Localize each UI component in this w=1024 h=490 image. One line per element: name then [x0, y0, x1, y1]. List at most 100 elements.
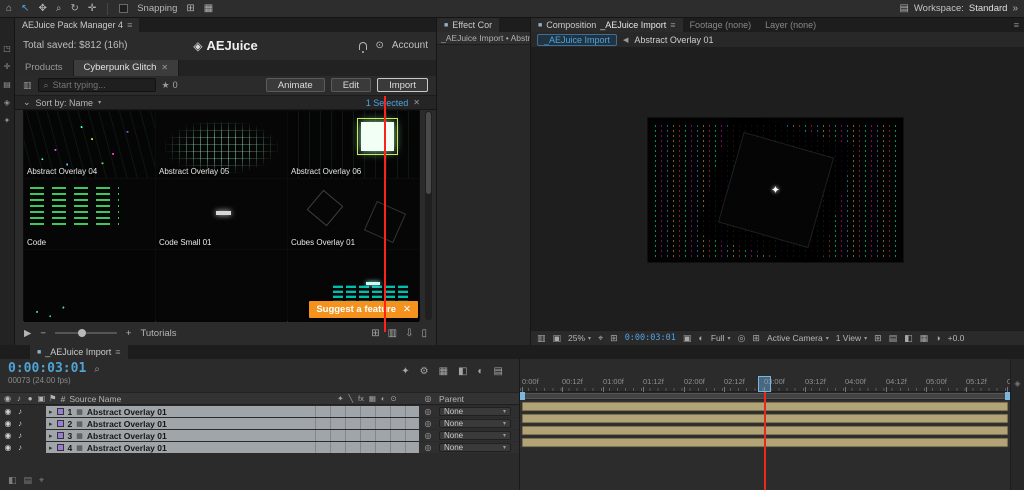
pan-behind-tool-icon[interactable]: ✛ — [88, 3, 96, 14]
panel-group-menu-icon[interactable]: ≡ — [1009, 18, 1024, 32]
exposure-reset-icon[interactable]: ◑ — [935, 333, 940, 343]
flowchart-icon[interactable]: ▦ — [920, 333, 929, 344]
workspace-value[interactable]: Standard — [969, 3, 1008, 14]
panel-menu-icon[interactable]: ≡ — [115, 347, 120, 357]
panel-menu-icon[interactable]: ≡ — [670, 20, 675, 30]
work-area-bar[interactable] — [520, 392, 1024, 400]
dock-panel-icon[interactable]: ✦ — [4, 116, 11, 125]
work-area-in-handle[interactable] — [520, 392, 525, 400]
exposure-value[interactable]: +0.0 — [948, 333, 965, 343]
pack-item-abstract-overlay-06[interactable]: Abstract Overlay 06 — [288, 111, 419, 178]
favorites-filter[interactable]: ★ 0 — [162, 80, 178, 91]
label-color-chip[interactable] — [57, 408, 64, 415]
pack-item-abstract-overlay-05[interactable]: Abstract Overlay 05 — [156, 111, 287, 178]
pack-item-cubes-overlay-01[interactable]: Cubes Overlay 01 — [288, 179, 419, 249]
tab-effect-controls[interactable]: ■ Effect Cor — [437, 18, 499, 32]
pack-item-row3-1[interactable] — [24, 250, 155, 322]
active-camera-dropdown[interactable]: Active Camera ▾ — [767, 333, 829, 343]
label-color-chip[interactable] — [57, 444, 64, 451]
hand-tool-icon[interactable]: ✥ — [38, 3, 46, 14]
parent-dropdown[interactable]: None ▾ — [439, 431, 511, 440]
pack-item-code-small-01[interactable]: Code Small 01 — [156, 179, 287, 249]
resolution-dropdown[interactable]: Full ▾ — [711, 333, 731, 343]
audio-speaker-icon[interactable]: ♪ — [15, 431, 25, 440]
layer-switches[interactable] — [315, 406, 419, 417]
composition-marker-icon[interactable]: ◈ — [1014, 379, 1020, 388]
breadcrumb-comp-button[interactable]: _AEJuice Import — [537, 34, 617, 46]
orbit-camera-tool-icon[interactable]: ↻ — [70, 3, 78, 14]
twirl-icon[interactable]: ▸ — [49, 408, 53, 416]
layer-switches[interactable] — [315, 442, 419, 453]
snapping-options-icon[interactable]: ⊞ — [186, 3, 194, 14]
grid-scrollbar-thumb[interactable] — [426, 112, 431, 194]
audio-speaker-icon[interactable]: ♪ — [15, 407, 25, 416]
grid-guides-icon[interactable]: ⌖ — [598, 333, 603, 344]
zoom-out-icon[interactable]: − — [40, 328, 46, 339]
pixel-aspect-icon[interactable]: ⊞ — [874, 333, 882, 344]
pickwhip-icon[interactable]: ◎ — [419, 418, 437, 429]
play-preview-icon[interactable]: ▶ — [24, 328, 31, 339]
trash-icon[interactable]: ▯ — [421, 328, 427, 339]
notifications-bell-icon[interactable] — [359, 42, 367, 50]
dock-panel-icon[interactable]: ✛ — [4, 62, 11, 71]
grid-options-icon[interactable]: ▦ — [204, 3, 213, 14]
grid-scrollbar[interactable] — [425, 111, 432, 320]
twirl-icon[interactable]: ▸ — [49, 432, 53, 440]
region-of-interest-icon[interactable]: ◎ — [738, 333, 746, 344]
twirl-icon[interactable]: ▸ — [49, 444, 53, 452]
snapshot-icon[interactable]: ▣ — [553, 333, 562, 344]
source-name-header[interactable]: ⚑ # Source Name — [46, 393, 315, 404]
home-icon[interactable]: ⌂ — [6, 3, 12, 14]
panel-menu-icon[interactable]: ≡ — [127, 20, 132, 30]
view-layout-dropdown[interactable]: 1 View ▾ — [836, 333, 867, 343]
thumbnail-size-slider[interactable] — [55, 332, 117, 334]
pickwhip-icon[interactable]: ◎ — [419, 406, 437, 417]
suggest-feature-button[interactable]: Suggest a feature ✕ — [309, 301, 418, 318]
animate-button[interactable]: Animate — [266, 78, 325, 92]
snapping-checkbox[interactable] — [119, 4, 128, 13]
layer-switches[interactable] — [315, 418, 419, 429]
view-toggle-icon[interactable]: ▥ — [23, 80, 32, 91]
expand-transfer-controls-icon[interactable]: ▤ — [24, 475, 33, 486]
layer-row-2[interactable]: ◉ ♪ ▸ 2 ▦ Abstract Overlay 01 ◎ Non — [0, 418, 519, 429]
dock-panel-icon[interactable]: ▤ — [3, 80, 11, 89]
current-timecode[interactable]: 0:00:03:01 — [8, 362, 86, 375]
close-tab-icon[interactable]: ✕ — [161, 63, 168, 72]
current-time-indicator-line[interactable] — [764, 392, 766, 490]
tab-composition[interactable]: ■ Composition _AEJuice Import ≡ — [531, 18, 683, 32]
layer-name-cell[interactable]: ▸ 4 ▦ Abstract Overlay 01 — [46, 442, 315, 453]
hide-shy-layers-icon[interactable]: ▦ — [439, 366, 448, 377]
search-box[interactable]: ⌕ — [38, 78, 156, 92]
timeline-button-icon[interactable]: ◧ — [904, 333, 913, 344]
snapshot-camera-icon[interactable]: ▣ — [683, 333, 692, 344]
always-preview-icon[interactable]: ▥ — [537, 333, 546, 344]
toolbar-overflow-icon[interactable]: » — [1012, 3, 1018, 14]
pickwhip-icon[interactable]: ◎ — [419, 442, 437, 453]
audio-speaker-icon[interactable]: ♪ — [15, 419, 25, 428]
channels-icon[interactable]: ◐ — [698, 333, 703, 343]
current-time-button[interactable]: 0:00:03:01 — [625, 333, 676, 343]
grid-view-icon[interactable]: ⊞ — [371, 328, 379, 339]
layer-name-cell[interactable]: ▸ 1 ▦ Abstract Overlay 01 — [46, 406, 315, 417]
zoom-tool-icon[interactable]: ⌕ — [56, 3, 62, 14]
selection-tool-icon[interactable]: ↖ — [21, 3, 29, 14]
frame-blending-icon[interactable]: ◧ — [458, 366, 467, 377]
tutorials-link[interactable]: Tutorials — [140, 328, 176, 339]
video-eye-icon[interactable]: ◉ — [3, 431, 13, 440]
dock-panel-icon[interactable]: ◳ — [3, 44, 11, 53]
tab-aejuice-pack-manager[interactable]: AEJuice Pack Manager 4 ≡ — [15, 18, 139, 32]
pack-item-abstract-overlay-04[interactable]: Abstract Overlay 04 — [24, 111, 155, 178]
label-color-chip[interactable] — [57, 432, 64, 439]
account-button[interactable]: Account — [392, 40, 428, 51]
dock-panel-icon[interactable]: ◈ — [4, 98, 10, 107]
mask-visibility-icon[interactable]: ⊞ — [610, 333, 618, 344]
list-view-icon[interactable]: ▥ — [388, 328, 397, 339]
collapse-icon[interactable]: ⌄ — [23, 97, 31, 108]
parent-dropdown[interactable]: None ▾ — [439, 407, 511, 416]
import-button[interactable]: Import — [377, 78, 428, 92]
pack-item-row3-2[interactable] — [156, 250, 287, 322]
layer-row-1[interactable]: ◉ ♪ ▸ 1 ▦ Abstract Overlay 01 ◎ Non — [0, 406, 519, 417]
tab-timeline-aejuice-import[interactable]: ■ _AEJuice Import ≡ — [30, 345, 128, 359]
motion-blur-icon[interactable]: ◐ — [478, 366, 484, 377]
composition-viewport[interactable]: ✦ — [531, 48, 1024, 330]
